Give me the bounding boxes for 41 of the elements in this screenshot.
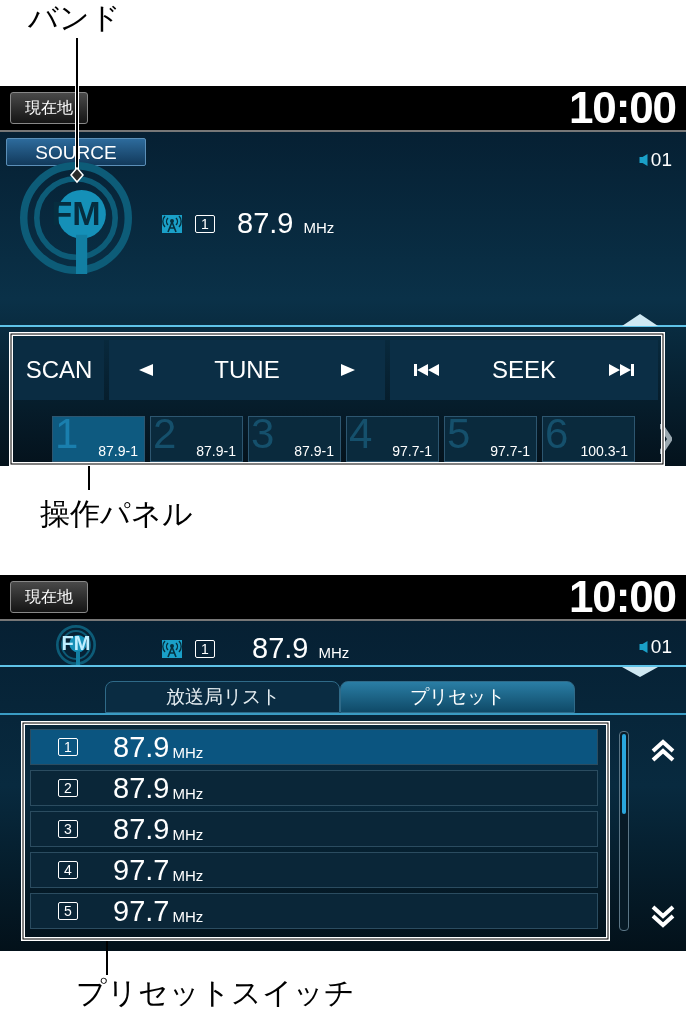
preset-row[interactable]: 3 87.9 MHz <box>30 811 598 847</box>
skip-back-icon <box>414 364 439 376</box>
page-down-icon <box>651 904 675 928</box>
frequency-unit: MHz <box>318 642 350 663</box>
clock: 10:00 <box>568 575 676 619</box>
down-arrow-icon <box>622 667 658 677</box>
clock: 10:00 <box>568 86 676 130</box>
callout-label: 操作パネル <box>40 496 193 532</box>
tab[interactable]: 放送局リスト <box>105 681 340 713</box>
scrollbar[interactable] <box>619 731 629 931</box>
antenna-icon <box>162 639 182 658</box>
leader-line <box>88 465 90 491</box>
frequency-unit: MHz <box>303 217 335 238</box>
preset-number: 1 <box>195 214 215 233</box>
seek-button[interactable]: SEEK <box>390 340 658 400</box>
speaker-icon <box>638 154 648 167</box>
up-arrow-icon <box>622 314 658 326</box>
frequency: 87.9 <box>237 206 294 241</box>
left-arrow-icon <box>139 364 153 376</box>
chevron-right-icon <box>660 424 672 454</box>
callout-label: プリセットスイッチ <box>76 975 355 1011</box>
preset-row[interactable]: 1 87.9 MHz <box>30 729 598 765</box>
tune-button[interactable]: TUNE <box>109 340 385 400</box>
current-location-button[interactable]: 現在地 <box>10 581 88 613</box>
volume-level: 01 <box>650 148 672 172</box>
preset-row[interactable]: 2 87.9 MHz <box>30 770 598 806</box>
frequency: 87.9 <box>252 631 309 666</box>
callout-label: バンド <box>28 0 121 36</box>
tab[interactable]: プリセット <box>340 681 575 713</box>
preset-number: 1 <box>195 639 215 658</box>
skip-forward-icon <box>609 364 634 376</box>
leader-line <box>106 940 108 976</box>
scan-button[interactable]: SCAN <box>14 340 104 400</box>
page-up-icon <box>651 739 675 763</box>
right-arrow-icon <box>341 364 355 376</box>
preset-row[interactable]: 4 97.7 MHz <box>30 852 598 888</box>
antenna-icon <box>162 214 182 233</box>
speaker-icon <box>638 641 648 654</box>
current-location-button[interactable]: 現在地 <box>10 92 88 124</box>
volume-level: 01 <box>650 635 672 659</box>
preset-row[interactable]: 5 97.7 MHz <box>30 893 598 929</box>
